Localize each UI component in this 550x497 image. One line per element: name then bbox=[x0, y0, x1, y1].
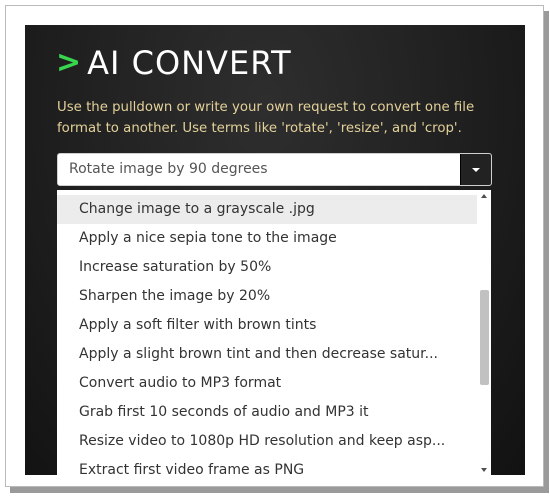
option-item[interactable]: Grab first 10 seconds of audio and MP3 i… bbox=[57, 398, 477, 427]
prompt-chevron-icon: > bbox=[56, 45, 82, 80]
option-item[interactable]: Extract first video frame as PNG bbox=[57, 456, 477, 475]
ai-convert-panel: > AI CONVERT Use the pulldown or write y… bbox=[25, 25, 525, 475]
option-item[interactable]: Change image to a grayscale .jpg bbox=[57, 195, 477, 224]
option-item[interactable]: Resize video to 1080p HD resolution and … bbox=[57, 427, 477, 456]
scroll-down-arrow-icon[interactable] bbox=[481, 468, 487, 472]
conversion-select[interactable]: Rotate image by 90 degrees bbox=[57, 153, 492, 186]
option-item[interactable]: Convert audio to MP3 format bbox=[57, 369, 477, 398]
option-item[interactable]: Apply a soft filter with brown tints bbox=[57, 311, 477, 340]
select-toggle-button[interactable] bbox=[460, 154, 491, 185]
title-text: AI CONVERT bbox=[87, 44, 292, 82]
option-item[interactable]: Sharpen the image by 20% bbox=[57, 282, 477, 311]
option-item[interactable]: Apply a nice sepia tone to the image bbox=[57, 224, 477, 253]
select-current-value[interactable]: Rotate image by 90 degrees bbox=[69, 154, 268, 185]
chevron-down-icon bbox=[472, 167, 480, 172]
dropdown-scrollbar[interactable] bbox=[477, 190, 491, 475]
options-dropdown[interactable]: Change image to a grayscale .jpg Apply a… bbox=[57, 190, 491, 475]
scroll-up-arrow-icon[interactable] bbox=[481, 194, 487, 198]
option-item[interactable]: Increase saturation by 50% bbox=[57, 253, 477, 282]
scrollbar-thumb[interactable] bbox=[480, 290, 489, 385]
description-text: Use the pulldown or write your own reque… bbox=[57, 100, 475, 136]
options-list: Change image to a grayscale .jpg Apply a… bbox=[57, 195, 477, 475]
window-frame: > AI CONVERT Use the pulldown or write y… bbox=[5, 5, 544, 487]
page-title: > AI CONVERT bbox=[56, 41, 292, 85]
option-item[interactable]: Apply a slight brown tint and then decre… bbox=[57, 340, 477, 369]
